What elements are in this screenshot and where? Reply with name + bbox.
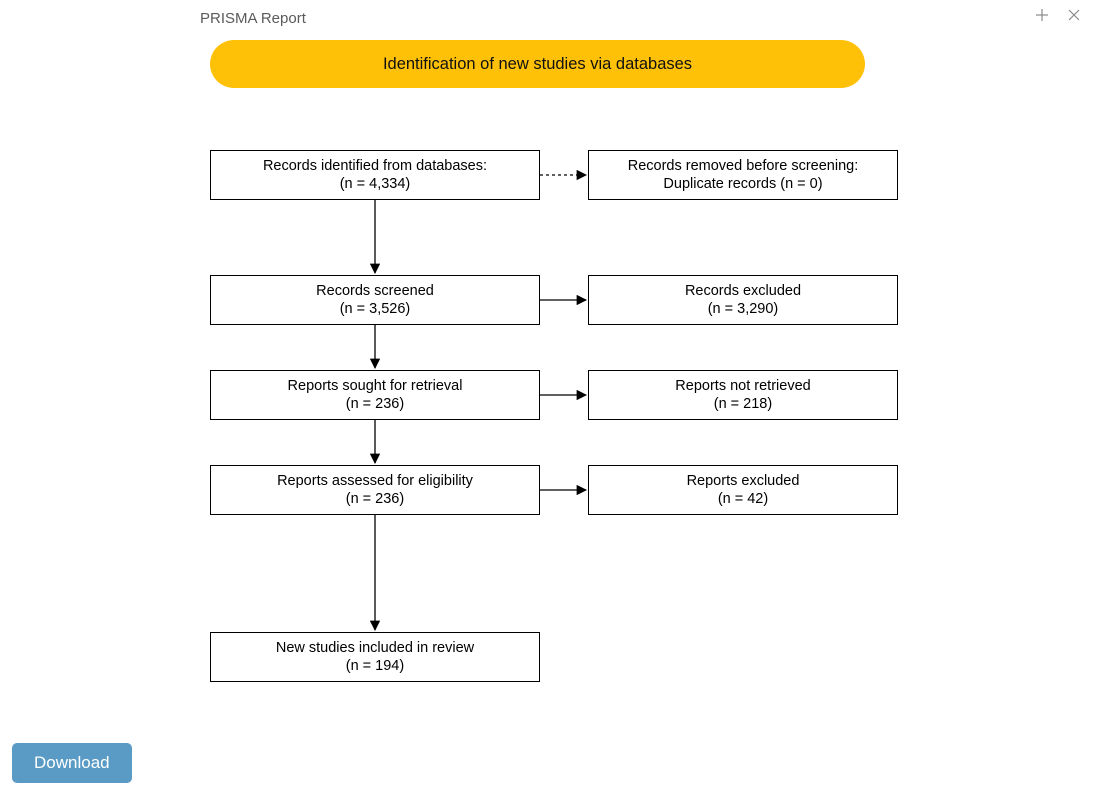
close-icon[interactable]	[1067, 8, 1081, 27]
box-line: (n = 4,334)	[340, 175, 411, 193]
box-reports-assessed: Reports assessed for eligibility (n = 23…	[210, 465, 540, 515]
box-line: Records screened	[316, 282, 434, 300]
box-line: Reports sought for retrieval	[288, 377, 463, 395]
box-records-excluded: Records excluded (n = 3,290)	[588, 275, 898, 325]
plus-icon[interactable]	[1035, 8, 1049, 27]
box-line: Reports assessed for eligibility	[277, 472, 473, 490]
box-line: (n = 3,526)	[340, 300, 411, 318]
box-records-identified: Records identified from databases: (n = …	[210, 150, 540, 200]
box-new-studies: New studies included in review (n = 194)	[210, 632, 540, 682]
box-line: (n = 236)	[346, 490, 404, 508]
box-line: Records excluded	[685, 282, 801, 300]
box-line: Duplicate records (n = 0)	[663, 175, 822, 193]
flow-arrows	[0, 0, 1095, 797]
window-title: PRISMA Report	[200, 10, 306, 27]
box-reports-sought: Reports sought for retrieval (n = 236)	[210, 370, 540, 420]
box-records-screened: Records screened (n = 3,526)	[210, 275, 540, 325]
window-controls	[1035, 8, 1081, 27]
box-line: (n = 236)	[346, 395, 404, 413]
box-line: Reports not retrieved	[675, 377, 810, 395]
download-button[interactable]: Download	[12, 743, 132, 783]
box-line: Records identified from databases:	[263, 157, 487, 175]
box-line: Records removed before screening:	[628, 157, 859, 175]
box-reports-excluded: Reports excluded (n = 42)	[588, 465, 898, 515]
box-records-removed: Records removed before screening: Duplic…	[588, 150, 898, 200]
box-line: New studies included in review	[276, 639, 474, 657]
box-line: (n = 3,290)	[708, 300, 779, 318]
box-line: (n = 42)	[718, 490, 768, 508]
box-line: (n = 218)	[714, 395, 772, 413]
box-reports-not-retrieved: Reports not retrieved (n = 218)	[588, 370, 898, 420]
section-banner: Identification of new studies via databa…	[210, 40, 865, 88]
box-line: (n = 194)	[346, 657, 404, 675]
box-line: Reports excluded	[687, 472, 800, 490]
